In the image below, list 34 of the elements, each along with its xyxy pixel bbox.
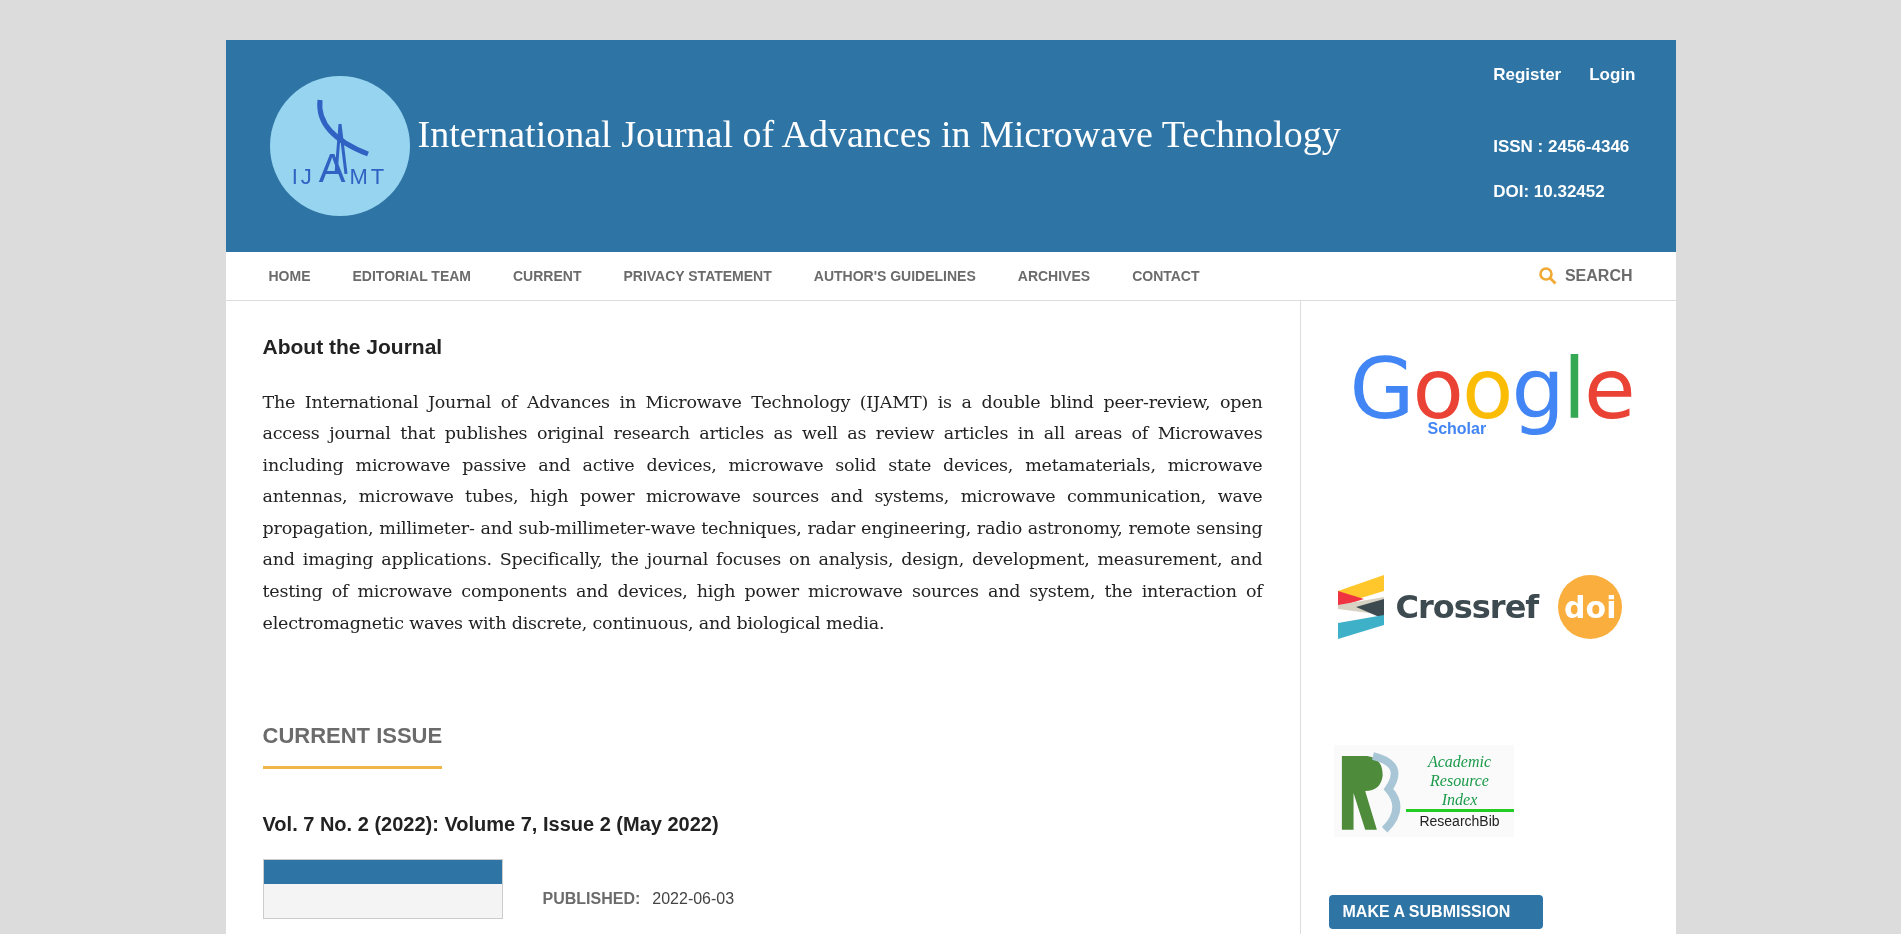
search-link[interactable]: SEARCH — [1538, 264, 1633, 288]
logo-subtitle: Scholar — [1427, 421, 1487, 437]
issue-title: Vol. 7 No. 2 (2022): Volume 7, Issue 2 (May 2022) — [262, 812, 720, 838]
current-issue-heading: CURRENT ISSUE — [262, 719, 443, 770]
about-paragraph: The International Journal of Advances in Microwave Technology (IJAMT) is a double blind peer-review, open access journal that publishes original research articles as well as review articles in all areas of Microwaves including microwave passive and active devices, microwave solid state devices, metamaterials, microwave antennas, microwave tubes, high power microwave sources and systems, microwave communication, wave propagation, millimeter- and sub-millimeter-wave techniques, radar engineering, radio astronomy, remote sensing and imaging applications. Specifically, the journal focuses on analysis, design, development, measurement, and testing of microwave components and devices, high power microwave sources and system, the interaction of electromagnetic waves with discrete, continuous, and biological media. — [262, 390, 1263, 635]
search-icon — [1538, 267, 1557, 285]
nav-link[interactable]: ARCHIVES — [1017, 265, 1091, 287]
logo-letter: e — [1584, 347, 1634, 431]
logo-subtitle: ResearchBib — [1419, 812, 1500, 830]
make-submission-button[interactable]: MAKE A SUBMISSION — [1328, 895, 1543, 929]
nav-link[interactable]: CURRENT — [513, 265, 582, 287]
nav-link[interactable]: PRIVACY STATEMENT — [623, 265, 772, 287]
issn-text: ISSN : 2456-4346 — [1493, 135, 1630, 158]
section-heading: About the Journal — [262, 334, 444, 360]
crossref-stripes-icon — [1337, 575, 1384, 639]
nav-link[interactable]: HOME — [268, 265, 311, 287]
journal-title: International Journal of Advances in Microwave Technology — [417, 111, 1341, 157]
logo-letter: IJ — [291, 166, 315, 188]
nav-link[interactable]: AUTHOR'S GUIDELINES — [813, 265, 976, 287]
doi-text: DOI: 10.32452 — [1493, 181, 1605, 203]
nav-link[interactable]: EDITORIAL TEAM — [352, 265, 471, 287]
logo-letter: MT — [349, 166, 388, 188]
logo-letter: G — [1349, 347, 1413, 431]
logo-text: Resource — [1430, 771, 1489, 790]
published-label: PUBLISHED: — [542, 889, 641, 910]
header-link[interactable]: Register — [1493, 62, 1562, 88]
doi-badge: doi — [1558, 575, 1623, 639]
logo-letter: l — [1562, 347, 1585, 431]
header-link[interactable]: Login — [1589, 62, 1636, 88]
crossref-wordmark: Crossref — [1395, 587, 1539, 628]
nav-link[interactable]: CONTACT — [1132, 265, 1200, 287]
published-date: 2022-06-03 — [652, 889, 735, 910]
logo-text: Academic — [1427, 752, 1492, 771]
logo-text: Index — [1441, 790, 1478, 809]
